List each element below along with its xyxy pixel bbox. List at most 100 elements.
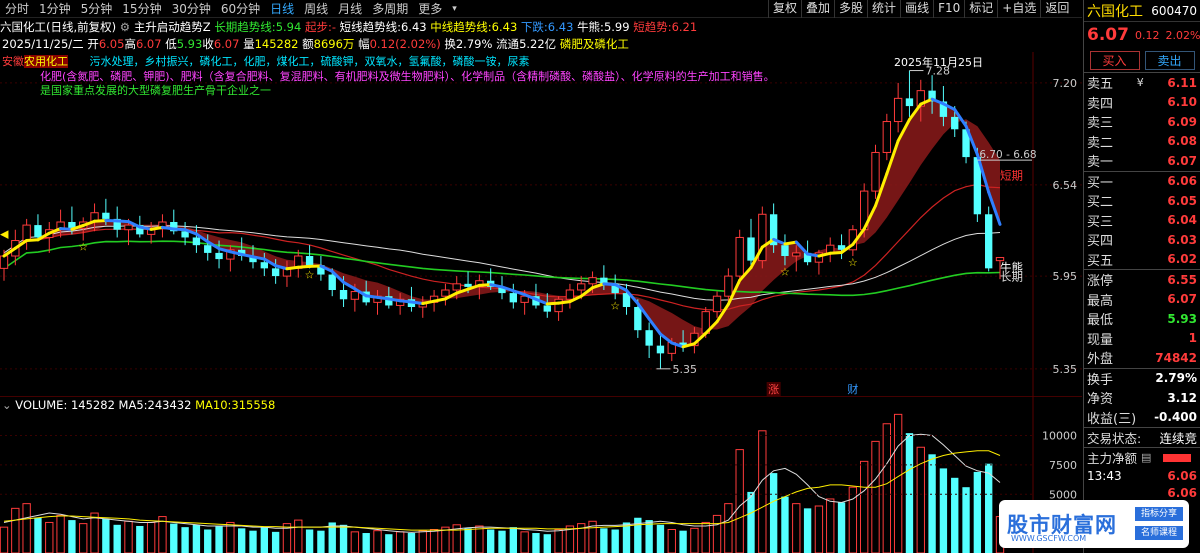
stat2-row-2-value: -0.400 — [1154, 410, 1197, 425]
ask-row-4[interactable]: 卖一 6.07 — [1084, 151, 1200, 171]
volume-bar — [712, 514, 722, 553]
toolbar-button-1[interactable]: 叠加 — [801, 0, 834, 18]
bid-row-1[interactable]: 买二 6.05 — [1084, 191, 1200, 211]
trend-line-segment — [160, 225, 176, 231]
period-tab-0[interactable]: 分时 — [0, 0, 34, 17]
bid-row-3-label: 买四 — [1087, 234, 1114, 250]
candle — [554, 296, 563, 321]
main-flow-label[interactable]: 主力净额 — [1087, 448, 1137, 467]
period-tab-9[interactable]: 多周期 — [367, 0, 413, 17]
bar-date: 2025/11/25/二 — [2, 37, 84, 51]
volume-bar — [600, 528, 608, 553]
bid-row-4[interactable]: 买五 6.02 — [1084, 250, 1200, 270]
candle — [985, 206, 993, 272]
indicator-name[interactable]: 主升启动趋势Z — [134, 20, 211, 34]
volume-bar — [249, 530, 257, 553]
period-tab-6[interactable]: 日线 — [265, 0, 299, 17]
ask-row-3-value: 6.08 — [1167, 134, 1197, 149]
candle-body — [34, 225, 42, 238]
candle-body — [509, 293, 517, 303]
volume-bar — [339, 524, 348, 553]
buy-button[interactable]: 买入 — [1089, 50, 1140, 70]
period-tab-5[interactable]: 60分钟 — [216, 0, 265, 17]
candle-body — [192, 237, 201, 246]
bid-row-3[interactable]: 买四 6.03 — [1084, 230, 1200, 250]
volume-chart[interactable]: 1000075005000 — [0, 396, 1082, 553]
toolbar-button-2[interactable]: 多股 — [834, 0, 867, 18]
bid-row-0[interactable]: 买一 6.06 — [1084, 172, 1200, 192]
period-tab-3[interactable]: 15分钟 — [117, 0, 166, 17]
toolbar-button-8[interactable]: 返回 — [1040, 0, 1073, 18]
trend-line-segment — [828, 251, 844, 255]
ask-row-1-label: 卖四 — [1087, 96, 1114, 112]
sell-button[interactable]: 卖出 — [1144, 50, 1195, 70]
stat2-row-1-label: 净资 — [1087, 392, 1114, 408]
stat2-row-0[interactable]: 换手 2.79% — [1084, 369, 1200, 389]
toolbar-button-5[interactable]: F10 — [933, 0, 964, 18]
stat-row-0[interactable]: 涨停 6.55 — [1084, 270, 1200, 290]
close-value: 6.07 — [213, 37, 240, 51]
stat-row-3[interactable]: 现量 1 — [1084, 329, 1200, 349]
volume-bar — [204, 529, 212, 553]
collapse-icon[interactable]: ⌄ — [2, 398, 15, 412]
settings-icon[interactable]: ⚙ — [120, 20, 130, 34]
ask-row-2[interactable]: 卖三 6.09 — [1084, 112, 1200, 132]
volume-bar — [622, 522, 631, 553]
candle-body — [102, 212, 110, 219]
period-tab-1[interactable]: 1分钟 — [34, 0, 76, 17]
indicator-info-row: 六国化工(日线,前复权) ⚙ 主升启动趋势Z 长期趋势线:5.94 起步:- 短… — [0, 19, 1082, 35]
volume-bar — [554, 529, 563, 553]
volume-axis-tick-0: 10000 — [1042, 430, 1077, 443]
trend-line-segment — [387, 297, 402, 303]
period-tab-8[interactable]: 月线 — [333, 0, 367, 17]
toolbar-button-0[interactable]: 复权 — [768, 0, 801, 18]
bull-value: 5.99 — [603, 20, 630, 34]
candle — [441, 283, 450, 306]
period-tab-4[interactable]: 30分钟 — [167, 0, 216, 17]
candle-body — [882, 121, 891, 153]
bid-row-2[interactable]: 买三 6.04 — [1084, 211, 1200, 231]
volume-bar — [418, 530, 427, 553]
stat-row-2[interactable]: 最低 5.93 — [1084, 309, 1200, 329]
ask-row-0[interactable]: 卖五 ¥6.11 — [1084, 73, 1200, 93]
candle — [882, 113, 891, 161]
toolbar-button-7[interactable]: +自选 — [997, 0, 1040, 18]
price-change: 0.12 — [1134, 28, 1160, 42]
period-tab-10[interactable]: 更多 — [413, 0, 447, 17]
list-icon[interactable]: ▤ — [1141, 451, 1151, 464]
stat-row-0-label: 涨停 — [1087, 274, 1114, 290]
more-dropdown-icon[interactable]: ▾ — [447, 4, 462, 14]
price-chart[interactable]: 7.206.545.955.35 7.285.352025年11月25日6.70… — [0, 52, 1082, 396]
trend-line-segment — [25, 238, 40, 243]
volume-bar — [747, 491, 755, 553]
stat-row-1[interactable]: 最高 6.07 — [1084, 290, 1200, 310]
volume-bar — [475, 525, 484, 553]
stat-row-4[interactable]: 外盘 74842 — [1084, 348, 1200, 368]
toolbar-button-4[interactable]: 画线 — [900, 0, 933, 18]
tick-price-1: 6.06 — [1167, 468, 1197, 483]
signal-star-icon: ☆ — [305, 268, 315, 281]
toolbar-button-3[interactable]: 统计 — [867, 0, 900, 18]
volume-bar — [882, 423, 891, 553]
start-value: - — [331, 20, 336, 34]
stat2-row-1[interactable]: 净资 3.12 — [1084, 388, 1200, 408]
volume-bar — [56, 514, 65, 553]
ask-row-3[interactable]: 卖二 6.08 — [1084, 132, 1200, 152]
volume-bar — [226, 521, 235, 553]
volume-bar — [837, 502, 846, 553]
float-value: 5.22亿 — [519, 37, 557, 51]
volume-bar — [724, 503, 733, 553]
candle — [826, 237, 835, 263]
volume-bar — [871, 440, 880, 553]
ask-row-4-value: 6.07 — [1167, 153, 1197, 168]
toolbar-button-6[interactable]: 标记 — [964, 0, 997, 18]
sector-label[interactable]: 磷肥及磷化工 — [560, 37, 629, 51]
stat2-row-2-label: 收益(三) — [1087, 411, 1137, 427]
ask-row-1[interactable]: 卖四 6.10 — [1084, 93, 1200, 113]
bid-row-0-value: 6.06 — [1167, 174, 1197, 189]
candle-body — [747, 237, 755, 261]
period-tab-2[interactable]: 5分钟 — [76, 0, 118, 17]
volume-bar — [532, 533, 540, 553]
period-tab-7[interactable]: 周线 — [299, 0, 333, 17]
stat2-row-2[interactable]: 收益(三) -0.400 — [1084, 408, 1200, 428]
